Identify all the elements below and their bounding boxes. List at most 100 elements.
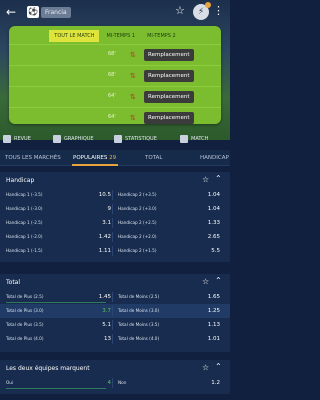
timeline-event: 64' ⇅ Remplacement xyxy=(9,86,221,107)
outcome-label[interactable]: Total de Moins (4.0) xyxy=(118,332,159,346)
outcome-label[interactable]: Handicap 2 (+3.0) xyxy=(118,202,156,216)
tab-first-half[interactable]: MI-TEMPS 1 xyxy=(101,30,140,42)
section-header[interactable]: Total ☆ ⌃ xyxy=(0,274,230,290)
tab-total[interactable]: TOTAL xyxy=(145,155,162,161)
page: ← ⚽ Francia ☆ ⚡ ⋮ TOUT LE MATCH MI-TEMPS… xyxy=(0,0,230,400)
outcome-label[interactable]: Total de Plus (3.5) xyxy=(6,318,43,332)
tool-match[interactable]: MATCH xyxy=(180,135,208,143)
odd-value[interactable]: 1.04 xyxy=(190,202,220,216)
divider xyxy=(112,292,113,302)
favorite-star-icon[interactable]: ☆ xyxy=(202,277,209,286)
outcome-label[interactable]: Handicap 2 (+2.5) xyxy=(118,216,156,230)
odds-movement-bar xyxy=(6,302,106,303)
view-toolbar: REVUE GRAPHIQUE STATISTIQUE MATCH xyxy=(0,133,230,146)
odd-value[interactable]: 1.33 xyxy=(190,216,220,230)
odd-value[interactable]: 1.65 xyxy=(190,290,220,304)
tool-review[interactable]: REVUE xyxy=(3,135,31,143)
odd-value[interactable]: 9 xyxy=(81,202,112,216)
outcome-label[interactable]: Handicap 1 (-3.5) xyxy=(6,188,42,202)
outcome-label[interactable]: Handicap 1 (-2.5) xyxy=(6,216,42,230)
tab-full-match[interactable]: TOUT LE MATCH xyxy=(49,30,100,42)
divider xyxy=(112,378,113,388)
tab-handicap[interactable]: HANDICAP xyxy=(200,155,229,161)
odd-value[interactable]: 1.11 xyxy=(81,244,111,258)
tab-second-half[interactable]: MI-TEMPS 2 xyxy=(142,30,181,42)
market-row: Oui 4 Non 1.2 xyxy=(0,376,230,390)
odd-value[interactable]: 5.5 xyxy=(190,244,220,258)
back-arrow-icon[interactable]: ← xyxy=(6,5,20,19)
divider xyxy=(112,218,113,228)
outcome-label[interactable]: Handicap 2 (+2.0) xyxy=(118,230,156,244)
outcome-label[interactable]: Total de Plus (4.0) xyxy=(6,332,43,346)
odd-value-rising[interactable]: 3.7 xyxy=(81,304,111,318)
odd-value[interactable]: 1.42 xyxy=(81,230,111,244)
odd-value[interactable]: 1.2 xyxy=(190,376,220,390)
section-header[interactable]: Les deux équipes marquent ☆ ⌃ xyxy=(0,360,230,376)
market-row: Total de Plus (3.5) 5.1 Total de Moins (… xyxy=(0,318,230,332)
odd-value[interactable]: 2.65 xyxy=(190,230,220,244)
market-tabs: TOUS LES MARCHÉS POPULAIRES 29 TOTAL HAN… xyxy=(0,150,230,166)
timeline-event: 68' ⇅ Remplacement xyxy=(9,44,221,65)
divider xyxy=(112,334,113,344)
market-row: Handicap 1 (-2.0) 1.42 Handicap 2 (+2.0)… xyxy=(0,230,230,244)
substitution-icon: ⇅ xyxy=(130,114,136,122)
outcome-label[interactable]: Total de Moins (3.5) xyxy=(118,318,159,332)
favorite-star-icon[interactable]: ☆ xyxy=(202,175,209,184)
chevron-up-icon[interactable]: ⌃ xyxy=(215,362,222,371)
btts-section: Les deux équipes marquent ☆ ⌃ Oui 4 Non … xyxy=(0,360,230,394)
team-name: Francia xyxy=(41,7,71,18)
odd-value[interactable]: 3.1 xyxy=(81,216,111,230)
odd-value[interactable]: 1.25 xyxy=(190,304,220,318)
timeline-event: 64' ⇅ Remplacement xyxy=(9,107,221,124)
odd-value[interactable]: 1.01 xyxy=(190,332,220,346)
outcome-label[interactable]: Handicap 2 (+3.5) xyxy=(118,188,156,202)
outcome-label[interactable]: Total de Moins (3.0) xyxy=(118,304,159,318)
timeline-event: 68' ⇅ Remplacement xyxy=(9,65,221,86)
section-title: Les deux équipes marquent xyxy=(6,365,90,372)
handicap-rows: Handicap 1 (-3.5) 10.5 Handicap 2 (+3.5)… xyxy=(0,188,230,258)
outcome-label[interactable]: Handicap 1 (-2.0) xyxy=(6,230,42,244)
outcome-label[interactable]: Total de Moins (2.5) xyxy=(118,290,159,304)
notification-dot xyxy=(205,2,211,8)
event-label: Remplacement xyxy=(144,112,194,124)
divider xyxy=(112,306,113,316)
more-options-icon[interactable]: ⋮ xyxy=(213,4,224,17)
timeline-tabs: TOUT LE MATCH MI-TEMPS 1 MI-TEMPS 2 xyxy=(9,30,221,42)
odd-value[interactable]: 1.04 xyxy=(190,188,220,202)
market-row: Handicap 1 (-1.5) 1.11 Handicap 2 (+1.5)… xyxy=(0,244,230,258)
substitution-icon: ⇅ xyxy=(130,72,136,80)
substitution-icon: ⇅ xyxy=(130,51,136,59)
btts-rows: Oui 4 Non 1.2 xyxy=(0,376,230,390)
outcome-label[interactable]: Handicap 2 (+1.5) xyxy=(118,244,156,258)
handicap-section: Handicap ☆ ⌃ Handicap 1 (-3.5) 10.5 Hand… xyxy=(0,172,230,262)
chevron-up-icon[interactable]: ⌃ xyxy=(215,174,222,183)
odd-value[interactable]: 13 xyxy=(81,332,111,346)
event-minute: 68' xyxy=(108,51,116,57)
divider xyxy=(112,232,113,242)
statistics-icon xyxy=(114,135,122,143)
divider xyxy=(112,320,113,330)
tool-label: GRAPHIQUE xyxy=(64,136,94,142)
tool-statistics[interactable]: STATISTIQUE xyxy=(114,135,157,143)
tab-all-markets[interactable]: TOUS LES MARCHÉS xyxy=(5,155,61,161)
favorite-star-icon[interactable]: ☆ xyxy=(175,4,185,17)
tool-label: REVUE xyxy=(14,136,31,142)
outcome-label[interactable]: Non xyxy=(118,376,126,390)
outcome-label[interactable]: Total de Plus (3.0) xyxy=(6,304,43,318)
top-bar: ← ⚽ Francia ☆ ⚡ ⋮ xyxy=(0,0,230,24)
favorite-star-icon[interactable]: ☆ xyxy=(202,363,209,372)
odd-value[interactable]: 5.1 xyxy=(81,318,111,332)
section-header[interactable]: Handicap ☆ ⌃ xyxy=(0,172,230,188)
chevron-up-icon[interactable]: ⌃ xyxy=(215,276,222,285)
tab-popular[interactable]: POPULAIRES 29 xyxy=(73,155,116,161)
market-row: Handicap 1 (-2.5) 3.1 Handicap 2 (+2.5) … xyxy=(0,216,230,230)
outcome-label[interactable]: Handicap 1 (-1.5) xyxy=(6,244,42,258)
chart-icon xyxy=(53,135,61,143)
odd-value[interactable]: 1.13 xyxy=(190,318,220,332)
odd-value[interactable]: 10.5 xyxy=(81,188,111,202)
tool-chart[interactable]: GRAPHIQUE xyxy=(53,135,94,143)
event-label: Remplacement xyxy=(144,91,194,103)
outcome-label[interactable]: Handicap 1 (-3.0) xyxy=(6,202,42,216)
tab-popular-label: POPULAIRES xyxy=(73,155,108,161)
market-row: Handicap 1 (-3.5) 10.5 Handicap 2 (+3.5)… xyxy=(0,188,230,202)
